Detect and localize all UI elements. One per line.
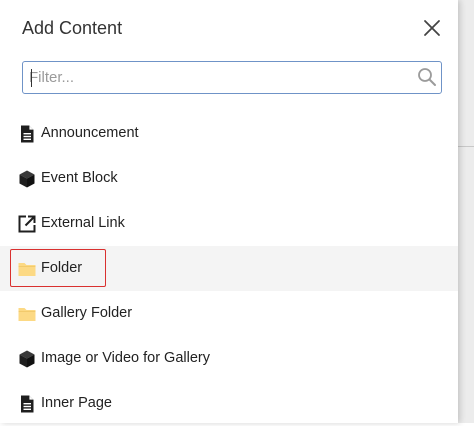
folder-icon [18,263,36,276]
list-item-external-link[interactable]: External Link [0,201,458,246]
list-item-label: External Link [41,215,125,231]
background-divider [458,146,474,147]
cube-icon [19,350,35,368]
text-cursor [31,69,32,87]
list-item-image-or-video[interactable]: Image or Video for Gallery [0,336,458,381]
list-item-event-block[interactable]: Event Block [0,156,458,201]
close-button[interactable] [421,17,443,39]
list-item-label: Folder [41,260,83,276]
list-item-label: Inner Page [41,395,112,411]
filter-field[interactable] [22,61,442,94]
list-item-folder[interactable]: Folder [0,246,458,291]
list-item-label: Gallery Folder [41,305,133,321]
background-page [458,0,474,423]
content-type-list: Announcement Event Block External Link F… [0,111,458,426]
list-item-inner-page[interactable]: Inner Page [0,381,458,426]
document-icon [21,395,34,413]
cube-icon [19,170,35,188]
list-item-label: Image or Video for Gallery [41,350,210,366]
dialog-title: Add Content [22,18,123,38]
list-item-label: Announcement [41,125,139,141]
external-link-icon [18,215,36,233]
list-item-announcement[interactable]: Announcement [0,111,458,156]
search-icon [418,68,436,86]
add-content-dialog: Add Content Announcement [0,0,458,423]
close-icon [424,20,440,36]
list-item-label: Event Block [41,170,118,186]
filter-input[interactable] [29,67,409,88]
list-item-gallery-folder[interactable]: Gallery Folder [0,291,458,336]
document-icon [21,125,34,143]
folder-icon [18,308,36,321]
